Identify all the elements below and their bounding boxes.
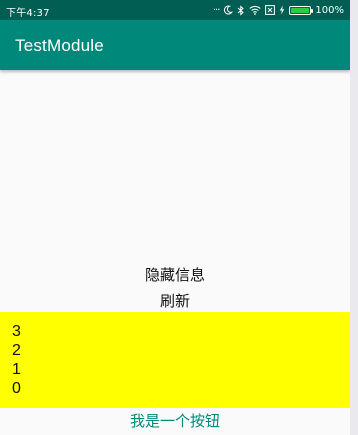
screen-edge [350, 0, 358, 435]
battery-percent: 100% [315, 4, 344, 16]
battery-icon [289, 4, 314, 16]
list-item: 2 [12, 342, 21, 359]
moon-icon [223, 4, 234, 16]
app-bar: TestModule [0, 20, 350, 70]
wifi-icon [249, 4, 261, 16]
battery-level-fill [291, 7, 310, 13]
status-icons: ... 100% [213, 3, 344, 17]
main-content: 隐藏信息 刷新 3 2 1 0 我是一个按钮 [0, 70, 350, 435]
list-item: 3 [12, 323, 21, 340]
app-screen: 下午4:37 ... 100% TestModule 隐藏信息 刷新 3 2 1… [0, 0, 350, 435]
list-item: 0 [12, 380, 21, 397]
bottom-button[interactable]: 我是一个按钮 [0, 410, 350, 431]
refresh-button[interactable]: 刷新 [0, 290, 350, 311]
more-dots-icon: ... [212, 2, 220, 13]
sim-x-icon [265, 4, 276, 16]
bluetooth-icon [237, 4, 245, 16]
status-bar: 下午4:37 ... 100% [0, 0, 350, 20]
status-time: 下午4:37 [6, 8, 50, 19]
hide-info-button[interactable]: 隐藏信息 [0, 264, 350, 285]
highlight-box: 3 2 1 0 [0, 312, 350, 408]
battery-outline [289, 5, 314, 15]
countdown-list: 3 2 1 0 [12, 322, 21, 398]
list-item: 1 [12, 361, 21, 378]
app-title: TestModule [15, 36, 104, 55]
charging-bolt-icon [279, 4, 285, 16]
